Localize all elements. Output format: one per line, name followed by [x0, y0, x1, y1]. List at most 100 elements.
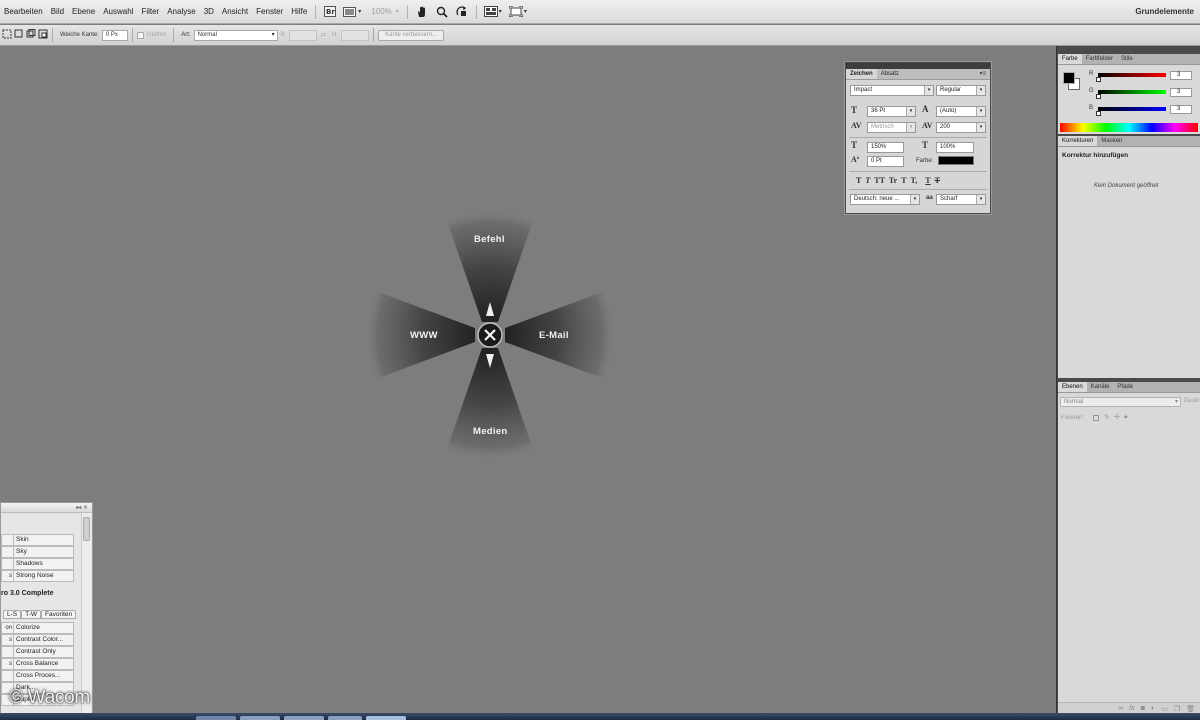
faux-bold-button[interactable]: T: [856, 176, 861, 185]
list-item[interactable]: s Cross Balance: [1, 658, 81, 670]
kerning-select[interactable]: Metrisch ▾: [867, 122, 916, 133]
new-group-icon[interactable]: ▭: [1161, 705, 1168, 713]
menu-hilfe[interactable]: Hilfe: [287, 7, 311, 16]
arrange-documents-icon[interactable]: [483, 5, 499, 19]
list-item[interactable]: on Colorize: [1, 622, 81, 634]
add-mask-icon[interactable]: ◙: [1141, 705, 1145, 712]
fx-icon[interactable]: fx: [1129, 705, 1134, 712]
antialias-select[interactable]: Scharf ▾: [936, 194, 986, 205]
color-ramp[interactable]: [1060, 123, 1198, 132]
taskbar-button[interactable]: [366, 716, 406, 720]
menu-ansicht[interactable]: Ansicht: [218, 7, 252, 16]
underline-button[interactable]: T: [925, 176, 930, 185]
chevron-down-icon[interactable]: ▾: [358, 8, 361, 15]
red-slider-thumb[interactable]: [1096, 77, 1101, 82]
blue-slider[interactable]: [1098, 107, 1166, 111]
panel-menu-icon[interactable]: ▾≡: [979, 70, 986, 77]
menu-bild[interactable]: Bild: [47, 7, 68, 16]
menu-ebene[interactable]: Ebene: [68, 7, 99, 16]
lock-transparent-icon[interactable]: [1093, 415, 1099, 421]
screen-mode-icon[interactable]: [342, 5, 358, 19]
tab-absatz[interactable]: Absatz: [877, 69, 903, 79]
chevron-down-icon[interactable]: ▾: [396, 8, 399, 15]
style-select[interactable]: Normal ▾: [193, 29, 278, 41]
height-input[interactable]: [341, 29, 370, 41]
red-slider[interactable]: [1098, 73, 1166, 77]
trash-icon[interactable]: 🗑︎: [1186, 705, 1195, 713]
green-slider-thumb[interactable]: [1096, 94, 1101, 99]
list-item[interactable]: s Contrast Color...: [1, 634, 81, 646]
new-selection-icon[interactable]: [14, 29, 24, 41]
taskbar-button[interactable]: [328, 716, 362, 720]
foreground-color-swatch[interactable]: [1063, 72, 1075, 84]
tab-masken[interactable]: Masken: [1097, 136, 1126, 146]
scrollbar-thumb[interactable]: [83, 517, 90, 541]
language-select[interactable]: Deutsch: neue ... ▾: [850, 194, 920, 205]
tracking-input[interactable]: 200 ▾: [936, 122, 986, 133]
screen-mode-full-icon[interactable]: [508, 5, 524, 19]
hand-tool-icon[interactable]: [414, 5, 430, 19]
tab-pfade[interactable]: Pfade: [1113, 382, 1137, 392]
horizontal-scale-input[interactable]: 100%: [936, 142, 974, 153]
font-size-input[interactable]: 36 Pt ▾: [867, 106, 916, 117]
lock-all-icon[interactable]: 🔒︎: [1124, 413, 1128, 421]
list-item[interactable]: s Strong Noise: [1, 570, 81, 582]
smooth-checkbox[interactable]: [136, 31, 144, 39]
width-input[interactable]: [289, 29, 318, 41]
taskbar-button[interactable]: [284, 716, 324, 720]
taskbar-start-button[interactable]: [196, 716, 236, 720]
filter-panel-titlebar[interactable]: ◂◂ ✕: [1, 503, 92, 513]
chevron-down-icon[interactable]: ▾: [499, 8, 502, 15]
swap-dimensions-icon[interactable]: ⇄: [320, 31, 326, 39]
subtract-selection-icon[interactable]: [38, 29, 48, 41]
list-item[interactable]: Cross Proces...: [1, 670, 81, 682]
taskbar-button[interactable]: [240, 716, 280, 720]
list-item[interactable]: Contrast Only: [1, 646, 81, 658]
lock-paint-icon[interactable]: ✎: [1104, 413, 1110, 421]
new-layer-icon[interactable]: ❐: [1174, 705, 1180, 713]
blue-value-input[interactable]: 3: [1170, 105, 1192, 114]
bridge-icon[interactable]: Br: [322, 5, 338, 19]
font-family-select[interactable]: Impact ▾: [850, 85, 934, 96]
strikethrough-button[interactable]: T: [935, 176, 940, 185]
vertical-scale-input[interactable]: 150%: [867, 142, 904, 153]
subscript-button[interactable]: T,: [911, 176, 918, 185]
menu-bearbeiten[interactable]: Bearbeiten: [0, 7, 47, 16]
faux-italic-button[interactable]: T: [865, 176, 870, 185]
all-caps-button[interactable]: TT: [874, 176, 885, 185]
lock-move-icon[interactable]: ✢: [1114, 413, 1120, 421]
green-value-input[interactable]: 3: [1170, 88, 1192, 97]
panel-menu-icon[interactable]: ◂◂ ✕: [75, 504, 88, 511]
add-selection-icon[interactable]: [26, 29, 36, 41]
superscript-button[interactable]: T: [901, 176, 906, 185]
tab-favoriten[interactable]: Favoriten: [41, 610, 77, 619]
close-icon[interactable]: [477, 322, 503, 348]
chevron-down-icon[interactable]: ▾: [524, 8, 527, 15]
list-item[interactable]: Sky: [1, 546, 81, 558]
tab-korrekturen[interactable]: Korrekturen: [1058, 136, 1098, 146]
workspace-switcher[interactable]: Grundelemente: [1135, 7, 1194, 16]
refine-edge-button[interactable]: Kante verbessern...: [378, 29, 445, 41]
small-caps-button[interactable]: Tr: [889, 176, 897, 185]
list-item[interactable]: Skin: [1, 534, 81, 546]
blend-mode-select[interactable]: Normal ▾: [1060, 397, 1181, 407]
rotate-view-icon[interactable]: [454, 5, 470, 19]
leading-input[interactable]: (Auto) ▾: [936, 106, 986, 117]
list-item[interactable]: Shadows: [1, 558, 81, 570]
font-style-select[interactable]: Regular ▾: [936, 85, 986, 96]
tab-l-s[interactable]: L-S: [3, 610, 22, 619]
menu-analyse[interactable]: Analyse: [163, 7, 199, 16]
menu-filter[interactable]: Filter: [137, 7, 163, 16]
marquee-tool-icon[interactable]: [2, 29, 12, 41]
adjustment-layer-icon[interactable]: ◐: [1151, 705, 1155, 712]
zoom-level[interactable]: 100%: [365, 7, 397, 16]
menu-fenster[interactable]: Fenster: [252, 7, 287, 16]
tab-ebenen[interactable]: Ebenen: [1058, 382, 1087, 392]
tab-farbe[interactable]: Farbe: [1058, 54, 1082, 64]
red-value-input[interactable]: 3: [1170, 71, 1192, 80]
tab-zeichen[interactable]: Zeichen: [846, 69, 877, 79]
tab-kanaele[interactable]: Kanäle: [1087, 382, 1114, 392]
menu-auswahl[interactable]: Auswahl: [99, 7, 137, 16]
menu-3d[interactable]: 3D: [200, 7, 218, 16]
green-slider[interactable]: [1098, 90, 1166, 94]
